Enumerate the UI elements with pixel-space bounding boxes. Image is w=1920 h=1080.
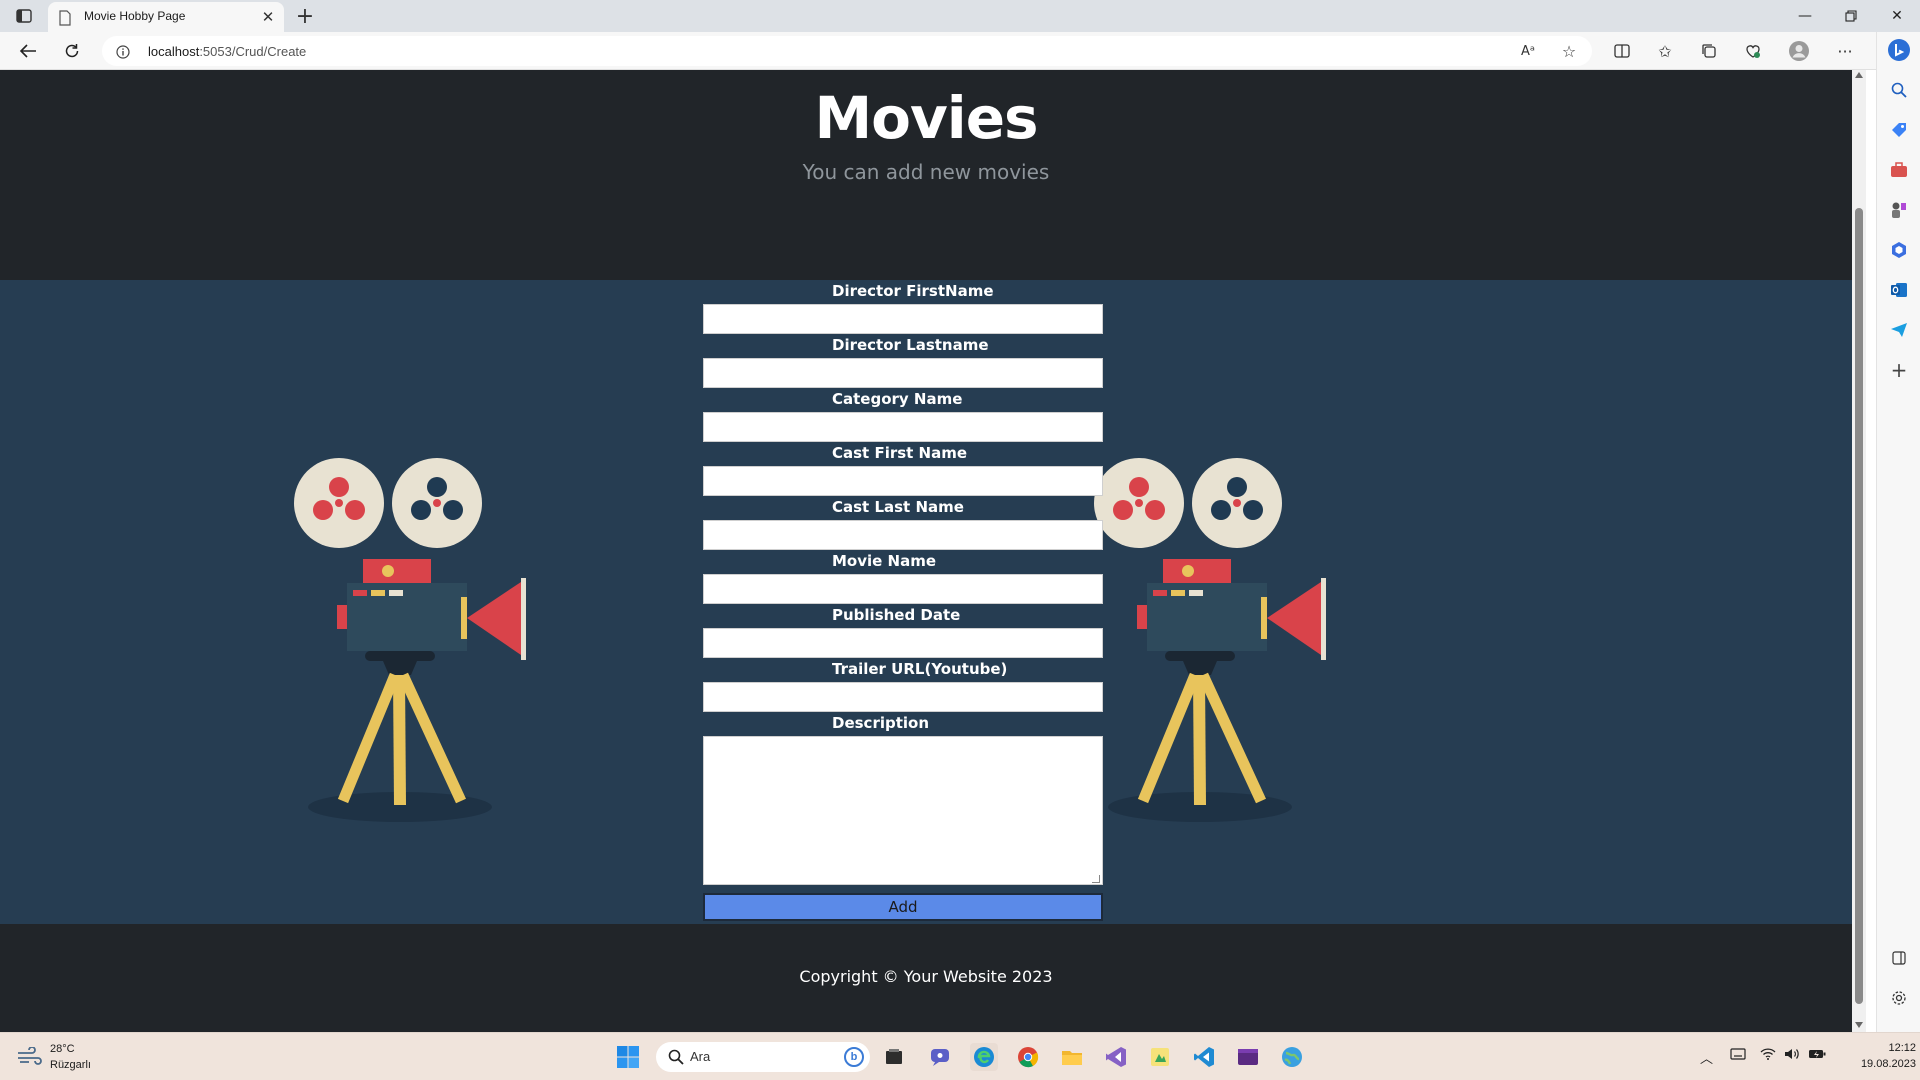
director-firstname-label: Director FirstName bbox=[832, 282, 994, 300]
sticky-tools-icon[interactable] bbox=[1146, 1043, 1174, 1071]
cast-last-name-input[interactable] bbox=[703, 520, 1103, 550]
web-page: Movies You can add new movies Director F… bbox=[0, 70, 1852, 1032]
tools-briefcase-icon[interactable] bbox=[1887, 158, 1911, 182]
trailer-url-input[interactable] bbox=[703, 682, 1103, 712]
restore-icon[interactable] bbox=[1828, 0, 1874, 32]
chrome-app-icon[interactable] bbox=[1014, 1043, 1042, 1071]
weather-widget[interactable]: 28°C Rüzgarlı bbox=[16, 1041, 136, 1075]
sidebar-settings-gear-icon[interactable] bbox=[1887, 986, 1911, 1010]
scroll-thumb[interactable] bbox=[1855, 208, 1863, 1004]
wind-weather-icon bbox=[16, 1046, 42, 1069]
minimize-icon[interactable]: — bbox=[1782, 0, 1828, 32]
edge-sidebar: + bbox=[1876, 32, 1920, 1032]
close-tab-icon[interactable]: ✕ bbox=[258, 7, 278, 27]
tab-actions-icon[interactable] bbox=[12, 6, 36, 26]
create-movie-section: Director FirstName Director Lastname Cat… bbox=[0, 280, 1852, 924]
show-hidden-icons-chevron-icon[interactable]: ︿ bbox=[1700, 1048, 1713, 1067]
back-icon[interactable] bbox=[14, 38, 42, 64]
globe-app-icon[interactable] bbox=[1278, 1043, 1306, 1071]
favorite-star-icon[interactable]: ☆ bbox=[1558, 40, 1580, 62]
published-date-label: Published Date bbox=[832, 606, 961, 624]
browser-essentials-icon[interactable] bbox=[1742, 40, 1764, 62]
volume-icon[interactable] bbox=[1784, 1048, 1800, 1064]
hide-sidebar-icon[interactable] bbox=[1887, 946, 1911, 970]
search-icon[interactable] bbox=[1887, 78, 1911, 102]
director-firstname-input[interactable] bbox=[703, 304, 1103, 334]
page-title: Movies bbox=[814, 84, 1038, 152]
movie-name-input[interactable] bbox=[703, 574, 1103, 604]
address-toolbar: localhost:5053/Crud/Create Aᵃ ☆ ✩ ··· bbox=[0, 32, 1920, 70]
profile-avatar[interactable] bbox=[1788, 40, 1810, 62]
add-sidebar-app-icon[interactable]: + bbox=[1887, 358, 1911, 382]
scroll-up-arrow-icon[interactable] bbox=[1855, 72, 1863, 78]
description-label: Description bbox=[832, 714, 930, 732]
task-view-icon[interactable] bbox=[880, 1043, 908, 1071]
vscode-icon[interactable] bbox=[1190, 1043, 1218, 1071]
cast-first-name-input[interactable] bbox=[703, 466, 1103, 496]
clock-date: 19.08.2023 bbox=[1860, 1058, 1916, 1070]
page-subtitle: You can add new movies bbox=[802, 160, 1050, 184]
browser-tab[interactable]: Movie Hobby Page ✕ bbox=[48, 2, 284, 32]
taskbar-search-box[interactable]: Ara b bbox=[656, 1042, 870, 1072]
visual-studio-icon[interactable] bbox=[1102, 1043, 1130, 1071]
url-bar[interactable]: localhost:5053/Crud/Create bbox=[102, 36, 1592, 66]
url-text: localhost:5053/Crud/Create bbox=[148, 44, 306, 59]
teams-chat-icon[interactable] bbox=[926, 1043, 954, 1071]
games-icon[interactable] bbox=[1887, 198, 1911, 222]
add-button[interactable]: Add bbox=[703, 893, 1103, 921]
weather-temperature: 28°C bbox=[50, 1043, 75, 1055]
movie-camera-illustration-left bbox=[294, 458, 526, 822]
refresh-icon[interactable] bbox=[58, 38, 86, 64]
collections-icon[interactable] bbox=[1698, 40, 1720, 62]
cast-first-name-label: Cast First Name bbox=[832, 444, 968, 462]
textarea-resize-handle[interactable] bbox=[1092, 875, 1100, 883]
favorites-icon[interactable]: ✩ bbox=[1654, 40, 1676, 62]
split-screen-icon[interactable] bbox=[1611, 40, 1633, 62]
published-date-input[interactable] bbox=[703, 628, 1103, 658]
site-info-icon[interactable] bbox=[116, 44, 130, 63]
terminal-app-icon[interactable] bbox=[1234, 1043, 1262, 1071]
director-lastname-input[interactable] bbox=[703, 358, 1103, 388]
file-explorer-icon[interactable] bbox=[1058, 1043, 1086, 1071]
tab-title: Movie Hobby Page bbox=[84, 9, 186, 23]
drop-send-icon[interactable] bbox=[1887, 318, 1911, 342]
windows-taskbar: 28°C Rüzgarlı Ara b ︿ 12:12 19.08.2023 bbox=[0, 1032, 1920, 1080]
page-footer: Copyright © Your Website 2023 bbox=[0, 924, 1852, 1032]
battery-icon[interactable] bbox=[1808, 1048, 1826, 1064]
more-options-icon[interactable]: ··· bbox=[1834, 40, 1856, 62]
cast-last-name-label: Cast Last Name bbox=[832, 498, 964, 516]
clock-time: 12:12 bbox=[1888, 1042, 1916, 1054]
windows-start-icon[interactable] bbox=[616, 1045, 640, 1069]
movie-name-label: Movie Name bbox=[832, 552, 937, 570]
category-name-input[interactable] bbox=[703, 412, 1103, 442]
read-aloud-icon[interactable]: Aᵃ bbox=[1517, 40, 1539, 62]
bing-badge-icon: b bbox=[844, 1047, 864, 1067]
trailer-url-label: Trailer URL(Youtube) bbox=[832, 660, 1008, 678]
description-textarea[interactable] bbox=[703, 736, 1103, 885]
system-clock[interactable]: 12:12 19.08.2023 bbox=[1860, 1040, 1916, 1072]
url-host: localhost bbox=[148, 44, 200, 59]
microsoft-365-icon[interactable] bbox=[1887, 238, 1911, 262]
wifi-icon[interactable] bbox=[1760, 1048, 1776, 1064]
taskbar-search-placeholder: Ara bbox=[690, 1049, 711, 1064]
scroll-down-arrow-icon[interactable] bbox=[1855, 1022, 1863, 1028]
tab-strip: Movie Hobby Page ✕ + — ✕ bbox=[0, 0, 1920, 32]
director-lastname-label: Director Lastname bbox=[832, 336, 989, 354]
shopping-tag-icon[interactable] bbox=[1887, 118, 1911, 142]
page-scrollbar[interactable] bbox=[1852, 70, 1866, 1032]
edge-app-icon[interactable] bbox=[970, 1043, 998, 1071]
url-path: :5053/Crud/Create bbox=[199, 44, 307, 59]
page-header: Movies You can add new movies bbox=[0, 70, 1852, 280]
new-tab-icon[interactable]: + bbox=[292, 4, 318, 29]
movie-camera-illustration-right bbox=[1094, 458, 1326, 822]
category-name-label: Category Name bbox=[832, 390, 963, 408]
page-favicon-icon bbox=[58, 10, 72, 30]
taskbar-search-icon bbox=[668, 1049, 684, 1069]
close-window-icon[interactable]: ✕ bbox=[1874, 0, 1920, 32]
outlook-icon[interactable] bbox=[1887, 278, 1911, 302]
keyboard-icon[interactable] bbox=[1730, 1048, 1746, 1064]
copyright-text: Copyright © Your Website 2023 bbox=[799, 967, 1053, 986]
bing-copilot-icon[interactable] bbox=[1887, 38, 1911, 62]
weather-condition: Rüzgarlı bbox=[50, 1059, 91, 1071]
